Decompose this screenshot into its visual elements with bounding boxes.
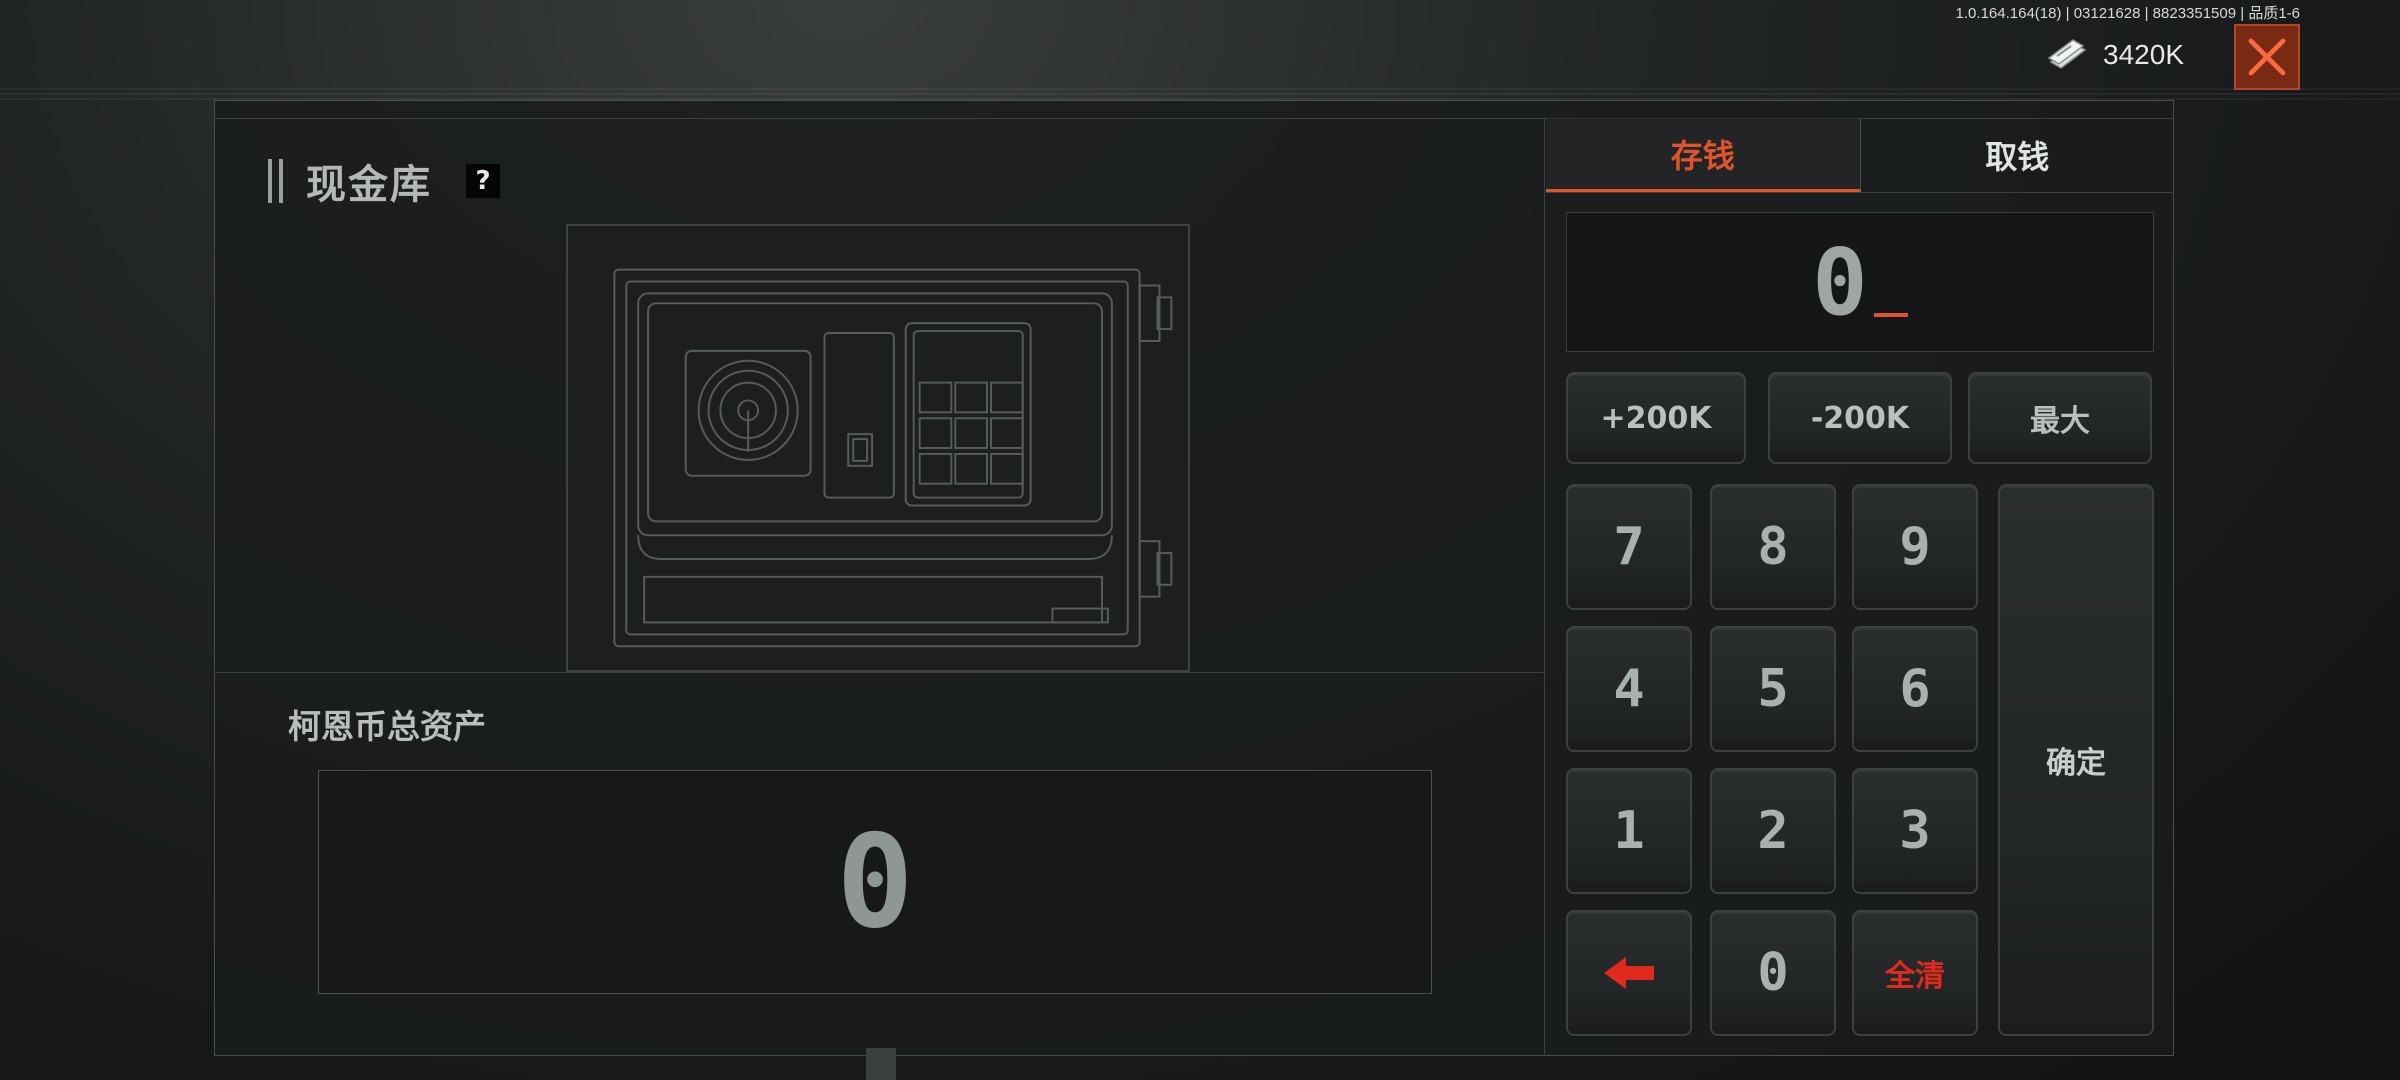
amount-value: 0 [1812,228,1868,336]
currency-amount: 3420K [2103,39,2184,70]
cash-stack-icon [2047,39,2087,69]
safe-icon [613,268,1173,648]
key-6[interactable]: 6 [1852,626,1978,752]
clear-all-button[interactable]: 全清 [1852,910,1978,1036]
key-4[interactable]: 4 [1566,626,1692,752]
backspace-button[interactable] [1566,910,1692,1036]
close-button[interactable] [2234,24,2300,90]
tab-deposit[interactable]: 存钱 [1546,118,1861,192]
total-assets-value: 0 [836,807,914,957]
key-1[interactable]: 1 [1566,768,1692,894]
key-5[interactable]: 5 [1710,626,1836,752]
left-divider [214,672,1544,673]
confirm-button[interactable]: 确定 [1998,484,2154,1036]
left-arrow-icon [1604,957,1654,989]
input-cursor [1873,313,1908,317]
key-2[interactable]: 2 [1710,768,1836,894]
title-bars-icon [268,159,288,203]
key-3[interactable]: 3 [1852,768,1978,894]
vault-title: 现金库 [306,162,432,208]
max-button[interactable]: 最大 [1968,372,2152,464]
key-9[interactable]: 9 [1852,484,1978,610]
safe-illustration [566,224,1190,672]
add-200k-button[interactable]: +200K [1566,372,1746,464]
bottom-handle [866,1048,896,1080]
vault-screen: 1.0.164.164(18) | 03121628 | 8823351509 … [0,0,2400,1080]
version-info: 1.0.164.164(18) | 03121628 | 8823351509 … [1955,5,2300,22]
key-7[interactable]: 7 [1566,484,1692,610]
transaction-tabs: 存钱 取钱 [1546,118,2174,193]
tab-withdraw[interactable]: 取钱 [1861,118,2175,192]
key-8[interactable]: 8 [1710,484,1836,610]
subtract-200k-button[interactable]: -200K [1768,372,1952,464]
vault-header: 现金库 ? [268,152,500,210]
key-0[interactable]: 0 [1710,910,1836,1036]
right-column-divider [1544,118,1545,1056]
close-x-icon [2248,38,2286,76]
amount-input[interactable]: 0 [1566,212,2154,352]
total-assets-box: 0 [318,770,1432,994]
help-button[interactable]: ? [466,164,500,198]
total-assets-label: 柯恩币总资产 [288,707,486,746]
currency-display: 3420K [2045,38,2184,72]
